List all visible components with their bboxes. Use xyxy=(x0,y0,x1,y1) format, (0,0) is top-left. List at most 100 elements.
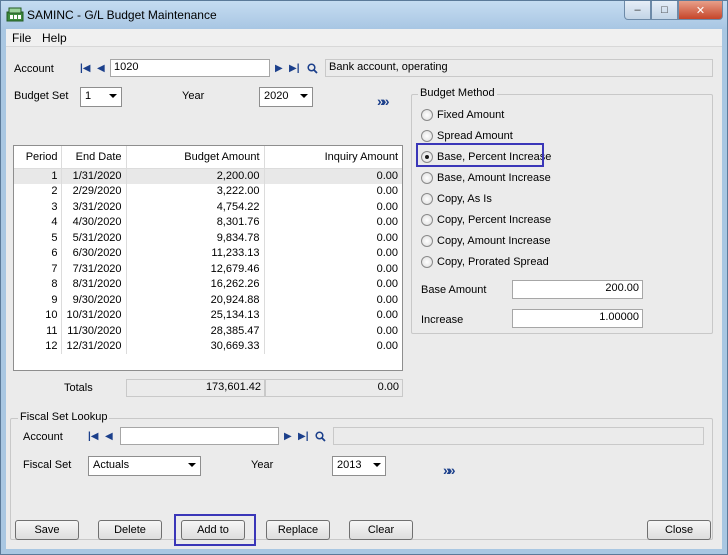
cell-budget-amount[interactable]: 28,385.47 xyxy=(126,323,265,339)
cell-period[interactable]: 3 xyxy=(14,199,63,215)
finder-search-icon[interactable] xyxy=(307,63,318,74)
save-button[interactable]: Save xyxy=(15,520,79,540)
table-row[interactable]: 7 7/31/2020 12,679.46 0.00 xyxy=(14,261,402,277)
cell-budget-amount[interactable]: 30,669.33 xyxy=(126,338,265,354)
cell-period[interactable]: 4 xyxy=(14,214,63,230)
double-arrow-icon[interactable]: »» xyxy=(443,462,455,478)
cell-budget-amount[interactable]: 9,834.78 xyxy=(126,230,265,246)
budget-method-option[interactable]: Copy, Prorated Spread xyxy=(421,256,549,268)
finder-search-icon[interactable] xyxy=(315,431,326,442)
radio-button-icon[interactable] xyxy=(421,109,433,121)
cell-end-date[interactable]: 11/30/2020 xyxy=(61,323,127,339)
budget-method-option[interactable]: Copy, Percent Increase xyxy=(421,214,551,226)
cell-end-date[interactable]: 7/31/2020 xyxy=(61,261,127,277)
radio-button-icon[interactable] xyxy=(421,256,433,268)
budget-method-option[interactable]: Spread Amount xyxy=(421,130,513,142)
budget-method-option[interactable]: Copy, As Is xyxy=(421,193,492,205)
cell-period[interactable]: 6 xyxy=(14,245,63,261)
account-input[interactable]: 1020 xyxy=(110,59,270,77)
budget-method-option[interactable]: Fixed Amount xyxy=(421,109,504,121)
cell-end-date[interactable]: 6/30/2020 xyxy=(61,245,127,261)
first-record-icon[interactable]: |◀ xyxy=(88,431,99,443)
header-period[interactable]: Period xyxy=(14,146,63,169)
clear-button[interactable]: Clear xyxy=(349,520,413,540)
cell-inquiry-amount[interactable]: 0.00 xyxy=(264,215,402,231)
cell-budget-amount[interactable]: 20,924.88 xyxy=(126,292,265,308)
lookup-account-input[interactable] xyxy=(120,427,279,445)
cell-inquiry-amount[interactable]: 0.00 xyxy=(264,323,402,339)
table-row[interactable]: 4 4/30/2020 8,301.76 0.00 xyxy=(14,214,402,231)
cell-budget-amount[interactable]: 2,200.00 xyxy=(126,168,265,184)
cell-budget-amount[interactable]: 8,301.76 xyxy=(126,214,265,230)
title-bar[interactable]: SAMINC - G/L Budget Maintenance – □ ✕ xyxy=(1,1,727,29)
cell-end-date[interactable]: 8/31/2020 xyxy=(61,276,127,292)
cell-period[interactable]: 9 xyxy=(14,292,63,308)
cell-inquiry-amount[interactable]: 0.00 xyxy=(264,184,402,200)
cell-inquiry-amount[interactable]: 0.00 xyxy=(264,168,402,184)
cell-budget-amount[interactable]: 4,754.22 xyxy=(126,199,265,215)
cell-inquiry-amount[interactable]: 0.00 xyxy=(264,292,402,308)
cell-period[interactable]: 12 xyxy=(14,338,63,354)
cell-period[interactable]: 8 xyxy=(14,276,63,292)
close-window-button[interactable]: ✕ xyxy=(678,1,723,20)
budget-method-option[interactable]: Base, Amount Increase xyxy=(421,172,551,184)
table-row[interactable]: 6 6/30/2020 11,233.13 0.00 xyxy=(14,245,402,262)
table-row[interactable]: 11 11/30/2020 28,385.47 0.00 xyxy=(14,323,402,339)
header-inquiry-amount[interactable]: Inquiry Amount xyxy=(264,146,402,169)
table-row[interactable]: 10 10/31/2020 25,134.13 0.00 xyxy=(14,307,402,324)
table-row[interactable]: 1 1/31/2020 2,200.00 0.00 xyxy=(14,168,402,184)
table-row[interactable]: 12 12/31/2020 30,669.33 0.00 xyxy=(14,338,402,354)
cell-end-date[interactable]: 10/31/2020 xyxy=(61,307,127,323)
cell-end-date[interactable]: 4/30/2020 xyxy=(61,214,127,230)
delete-button[interactable]: Delete xyxy=(98,520,162,540)
next-record-icon[interactable]: ▶ xyxy=(284,431,292,443)
cell-budget-amount[interactable]: 11,233.13 xyxy=(126,245,265,261)
menu-help[interactable]: Help xyxy=(42,31,67,45)
cell-budget-amount[interactable]: 25,134.13 xyxy=(126,307,265,323)
menu-file[interactable]: File xyxy=(12,31,31,45)
replace-button[interactable]: Replace xyxy=(266,520,330,540)
radio-button-icon[interactable] xyxy=(421,235,433,247)
fiscal-set-select[interactable]: Actuals xyxy=(88,456,201,476)
first-record-icon[interactable]: |◀ xyxy=(80,63,91,75)
base-amount-input[interactable]: 200.00 xyxy=(512,280,643,299)
table-row[interactable]: 5 5/31/2020 9,834.78 0.00 xyxy=(14,230,402,246)
cell-inquiry-amount[interactable]: 0.00 xyxy=(264,199,402,215)
close-button[interactable]: Close xyxy=(647,520,711,540)
cell-inquiry-amount[interactable]: 0.00 xyxy=(264,261,402,277)
radio-button-icon[interactable] xyxy=(421,130,433,142)
cell-end-date[interactable]: 2/29/2020 xyxy=(61,183,127,199)
table-row[interactable]: 2 2/29/2020 3,222.00 0.00 xyxy=(14,183,402,200)
cell-inquiry-amount[interactable]: 0.00 xyxy=(264,230,402,246)
radio-button-icon[interactable] xyxy=(421,193,433,205)
cell-end-date[interactable]: 12/31/2020 xyxy=(61,338,127,354)
table-row[interactable]: 3 3/31/2020 4,754.22 0.00 xyxy=(14,199,402,215)
table-row[interactable]: 8 8/31/2020 16,262.26 0.00 xyxy=(14,276,402,292)
next-record-icon[interactable]: ▶ xyxy=(275,63,283,75)
cell-end-date[interactable]: 1/31/2020 xyxy=(61,168,127,184)
cell-end-date[interactable]: 3/31/2020 xyxy=(61,199,127,215)
cell-period[interactable]: 10 xyxy=(14,307,63,323)
last-record-icon[interactable]: ▶| xyxy=(289,63,300,75)
maximize-button[interactable]: □ xyxy=(651,1,678,20)
cell-period[interactable]: 11 xyxy=(14,323,63,339)
previous-record-icon[interactable]: ◀ xyxy=(97,63,105,75)
budget-method-option[interactable]: Copy, Amount Increase xyxy=(421,235,551,247)
double-arrow-icon[interactable]: »» xyxy=(377,93,389,109)
cell-period[interactable]: 1 xyxy=(14,168,63,184)
minimize-button[interactable]: – xyxy=(624,1,651,20)
radio-button-icon[interactable] xyxy=(421,214,433,226)
header-budget-amount[interactable]: Budget Amount xyxy=(126,146,265,169)
cell-end-date[interactable]: 9/30/2020 xyxy=(61,292,127,308)
budget-set-select[interactable]: 1 xyxy=(80,87,122,107)
cell-inquiry-amount[interactable]: 0.00 xyxy=(264,308,402,324)
cell-inquiry-amount[interactable]: 0.00 xyxy=(264,246,402,262)
previous-record-icon[interactable]: ◀ xyxy=(105,431,113,443)
cell-budget-amount[interactable]: 12,679.46 xyxy=(126,261,265,277)
budget-grid[interactable]: Period End Date Budget Amount Inquiry Am… xyxy=(13,145,403,371)
cell-end-date[interactable]: 5/31/2020 xyxy=(61,230,127,246)
last-record-icon[interactable]: ▶| xyxy=(298,431,309,443)
increase-input[interactable]: 1.00000 xyxy=(512,309,643,328)
cell-period[interactable]: 2 xyxy=(14,183,63,199)
cell-budget-amount[interactable]: 3,222.00 xyxy=(126,183,265,199)
